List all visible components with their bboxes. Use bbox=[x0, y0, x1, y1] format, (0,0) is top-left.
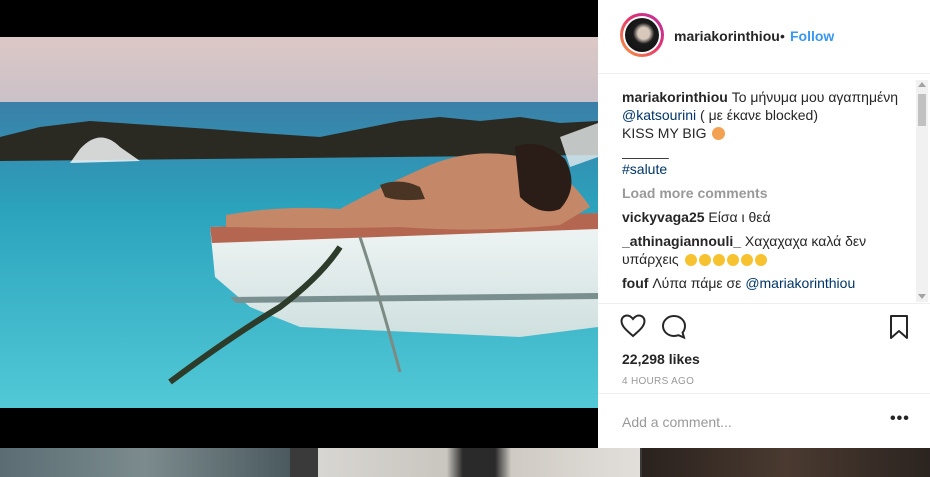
post-header: mariakorinthiou • Follow bbox=[598, 0, 930, 74]
comment-mention[interactable]: @mariakorinthiou bbox=[745, 275, 855, 291]
feed-thumbnail[interactable] bbox=[318, 448, 640, 477]
feed-thumbnail[interactable] bbox=[0, 448, 290, 477]
separator-dot: • bbox=[780, 28, 785, 44]
caption-username[interactable]: mariakorinthiou bbox=[622, 89, 728, 105]
list-item: vickyvaga25 Είσα ι θεά bbox=[622, 208, 910, 226]
list-item: fouf Λύπα πάμε σε @mariakorinthiou bbox=[622, 274, 910, 292]
clapping-emoji-icon bbox=[740, 254, 753, 266]
laughing-emoji-icon bbox=[712, 254, 725, 266]
post-username[interactable]: mariakorinthiou bbox=[674, 28, 780, 44]
bookmark-icon[interactable] bbox=[889, 314, 909, 345]
caption-text-2: ( με έκανε blocked) bbox=[700, 107, 818, 123]
clapping-emoji-icon bbox=[754, 254, 767, 266]
caption-mention[interactable]: @katsourini bbox=[622, 107, 696, 123]
caption: mariakorinthiou Το μήνυμα μου αγαπημένη … bbox=[622, 88, 910, 178]
comment-input[interactable]: Add a comment... bbox=[622, 414, 732, 430]
avatar-image bbox=[625, 18, 659, 52]
caption-line-2: KISS MY BIG bbox=[622, 125, 707, 141]
peach-emoji-icon bbox=[712, 127, 726, 140]
feed-thumbnail[interactable] bbox=[642, 448, 930, 477]
clapping-emoji-icon bbox=[726, 254, 739, 266]
more-options-button[interactable]: ••• bbox=[890, 410, 910, 428]
heart-icon[interactable] bbox=[620, 314, 646, 343]
comment-text: Λύπα πάμε σε bbox=[652, 275, 742, 291]
caption-text: Το μήνυμα μου αγαπημένη bbox=[731, 89, 899, 105]
background-feed-strip bbox=[0, 448, 930, 477]
laughing-emoji-icon bbox=[698, 254, 711, 266]
photo-illustration bbox=[0, 37, 598, 408]
comment-text: Είσα ι θεά bbox=[708, 209, 771, 225]
caption-hashtag[interactable]: #salute bbox=[622, 161, 667, 177]
likes-count[interactable]: 22,298 likes bbox=[622, 351, 700, 367]
comment-username[interactable]: vickyvaga25 bbox=[622, 209, 705, 225]
post-actions: 22,298 likes 4 HOURS AGO bbox=[598, 303, 930, 403]
load-more-comments-button[interactable]: Load more comments bbox=[622, 184, 910, 202]
comments-scrollbar[interactable] bbox=[916, 80, 928, 302]
laughing-emoji-icon bbox=[684, 254, 697, 266]
comments-list[interactable]: mariakorinthiou Το μήνυμα μου αγαπημένη … bbox=[622, 88, 910, 302]
post-photo[interactable] bbox=[0, 37, 598, 408]
comment-bubble-icon[interactable] bbox=[661, 314, 687, 345]
follow-button[interactable]: Follow bbox=[790, 28, 834, 44]
scrollbar-thumb[interactable] bbox=[918, 94, 926, 126]
comment-username[interactable]: _athinagiannouli_ bbox=[622, 233, 741, 249]
post-side-panel: mariakorinthiou • Follow mariakorinthiou… bbox=[598, 0, 930, 448]
comment-username[interactable]: fouf bbox=[622, 275, 648, 291]
caption-separator: ______ bbox=[622, 143, 669, 159]
avatar[interactable] bbox=[620, 13, 664, 57]
post-timestamp[interactable]: 4 HOURS AGO bbox=[622, 376, 694, 387]
scroll-up-arrow-icon[interactable] bbox=[918, 82, 926, 87]
scroll-down-arrow-icon[interactable] bbox=[918, 294, 926, 299]
add-comment-bar: Add a comment... ••• bbox=[598, 393, 930, 448]
list-item: _athinagiannouli_ Χαχαχαχα καλά δεν υπάρ… bbox=[622, 232, 910, 268]
